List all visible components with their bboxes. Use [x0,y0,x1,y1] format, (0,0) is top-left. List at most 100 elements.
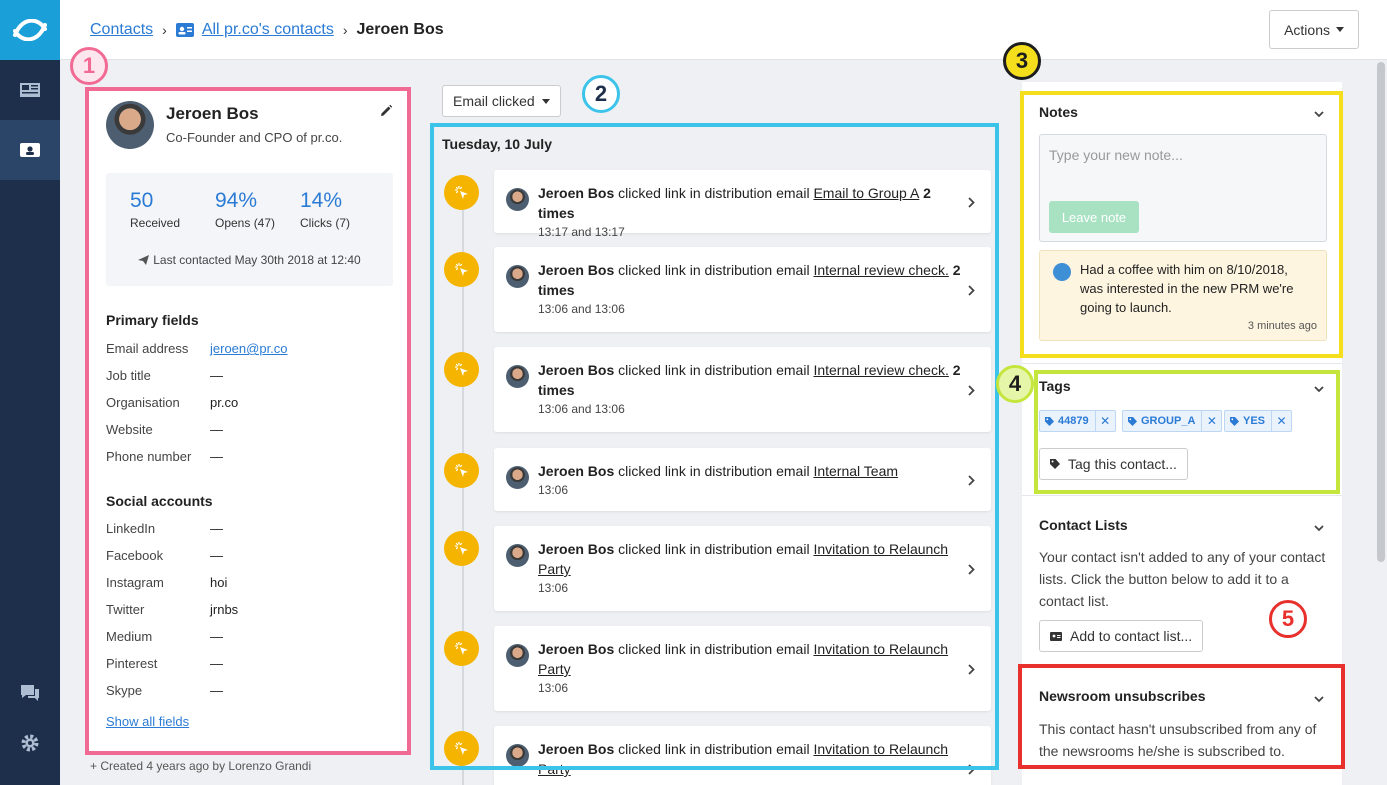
add-to-list-label: Add to contact list... [1070,628,1193,644]
breadcrumb-contacts[interactable]: Contacts [90,21,153,39]
tag-contact-label: Tag this contact... [1068,456,1177,472]
click-event-icon [444,352,479,387]
primary-fields-heading: Primary fields [106,312,199,328]
stat-label: Clicks (7) [300,216,350,230]
event-actor: Jeroen Bos [538,262,615,278]
field-key: Job title [106,368,151,383]
breadcrumb-separator: › [162,21,167,38]
click-event-icon [444,731,479,766]
field-email: Email address jeroen@pr.co [106,341,288,361]
tags-section: Tags 44879 ✕ GROUP_A ✕ YES ✕ Tag this co… [1022,364,1342,496]
timeline-event-card[interactable]: Jeroen Bos clicked link in distribution … [494,626,991,711]
chevron-right-icon[interactable] [968,663,975,678]
chevron-right-icon[interactable] [968,474,975,489]
tag-icon [1128,416,1137,426]
note-input[interactable]: Type your new note... Leave note [1039,134,1327,242]
timeline-event-card[interactable]: Jeroen Bos clicked link in distribution … [494,170,991,239]
note-placeholder: Type your new note... [1049,147,1183,163]
event-actor: Jeroen Bos [538,641,615,657]
chevron-right-icon[interactable] [968,196,975,211]
event-action: clicked link in distribution email [614,185,814,201]
activity-timeline: Tuesday, 10 July Jeroen Bos clicked link… [432,124,998,785]
contact-lists-section: Contact Lists Your contact isn't added t… [1022,496,1342,666]
field-key: Facebook [106,548,164,563]
event-time: 13:06 [538,681,569,695]
field-facebook: Facebook — [106,548,223,568]
app-logo[interactable] [0,0,60,60]
chevron-down-icon[interactable] [1314,691,1324,706]
breadcrumb-separator: › [342,21,348,38]
stat-label: Received [130,216,181,230]
field-value: — [210,629,223,644]
page-scrollbar[interactable] [1377,62,1385,562]
tag-contact-button[interactable]: Tag this contact... [1039,448,1188,480]
timeline-event-card[interactable]: Jeroen Bos clicked link in distribution … [494,448,991,511]
click-event-icon [444,175,479,210]
chat-icon [21,685,39,701]
remove-tag-icon[interactable]: ✕ [1201,411,1221,431]
click-event-icon [444,453,479,488]
newsroom-icon [20,83,40,97]
event-filter-dropdown[interactable]: Email clicked [442,85,561,117]
chevron-down-icon[interactable] [1314,381,1324,396]
chevron-right-icon[interactable] [968,284,975,299]
actions-dropdown[interactable]: Actions [1269,10,1359,49]
event-text: Jeroen Bos clicked link in distribution … [538,461,963,499]
add-to-contact-list-button[interactable]: Add to contact list... [1039,620,1204,652]
tag-list: 44879 ✕ GROUP_A ✕ YES ✕ [1039,410,1329,434]
contact-lists-title: Contact Lists [1039,517,1128,533]
event-action: clicked link in distribution email [614,741,814,757]
chevron-right-icon[interactable] [968,563,975,578]
avatar [506,188,529,211]
created-by-text: + Created 4 years ago by Lorenzo Grandi [90,759,312,773]
contact-profile-panel: Jeroen Bos Co-Founder and CPO of pr.co. … [89,89,408,751]
last-contacted: Last contacted May 30th 2018 at 12:40 [106,253,393,267]
tag-label: 44879 [1058,415,1089,427]
tag-item[interactable]: GROUP_A ✕ [1122,410,1223,432]
field-organisation: Organisation pr.co [106,395,238,415]
tag-label: YES [1243,415,1266,427]
avatar [506,544,529,567]
tag-icon [1045,416,1054,426]
event-actor: Jeroen Bos [538,741,615,757]
email-link[interactable]: Internal Team [813,463,898,479]
timeline-event-card[interactable]: Jeroen Bos clicked link in distribution … [494,526,991,611]
social-accounts-heading: Social accounts [106,493,213,509]
field-job-title: Job title — [106,368,223,388]
chevron-right-icon[interactable] [968,384,975,399]
chevron-down-icon[interactable] [1314,106,1324,121]
field-website: Website — [106,422,223,442]
stat-value: 50 [130,189,154,212]
tag-item[interactable]: YES ✕ [1224,410,1293,432]
email-link[interactable]: Internal review check. [813,262,948,278]
nav-settings[interactable] [0,723,60,763]
field-value: — [210,548,223,563]
field-value: — [210,368,223,383]
timeline-event-card[interactable]: Jeroen Bos clicked link in distribution … [494,347,991,432]
newsroom-unsubscribes-body: This contact hasn't unsubscribed from an… [1039,721,1317,759]
tag-item[interactable]: 44879 ✕ [1039,410,1116,432]
stat-received: 50 Received [130,189,180,230]
chevron-down-icon[interactable] [1314,520,1324,535]
remove-tag-icon[interactable]: ✕ [1271,411,1291,431]
remove-tag-icon[interactable]: ✕ [1094,411,1115,431]
edit-pencil-icon[interactable] [379,104,393,121]
timeline-event-card[interactable]: Jeroen Bos clicked link in distribution … [494,726,991,785]
actions-label: Actions [1284,21,1330,38]
timeline-event-card[interactable]: Jeroen Bos clicked link in distribution … [494,247,991,332]
nav-newsroom[interactable] [0,60,60,120]
event-action: clicked link in distribution email [614,362,814,378]
email-link[interactable]: jeroen@pr.co [210,341,288,356]
field-key: Instagram [106,575,164,590]
breadcrumb-current: Jeroen Bos [356,20,444,38]
click-event-icon [444,531,479,566]
breadcrumb-all-contacts[interactable]: All pr.co's contacts [202,21,334,39]
show-all-fields-link[interactable]: Show all fields [106,714,189,729]
leave-note-button[interactable]: Leave note [1049,201,1139,233]
chevron-right-icon[interactable] [968,763,975,778]
nav-contacts[interactable] [0,120,60,180]
field-key: Website [106,422,153,437]
email-link[interactable]: Email to Group A [813,185,919,201]
email-link[interactable]: Internal review check. [813,362,948,378]
nav-chat[interactable] [0,673,60,713]
